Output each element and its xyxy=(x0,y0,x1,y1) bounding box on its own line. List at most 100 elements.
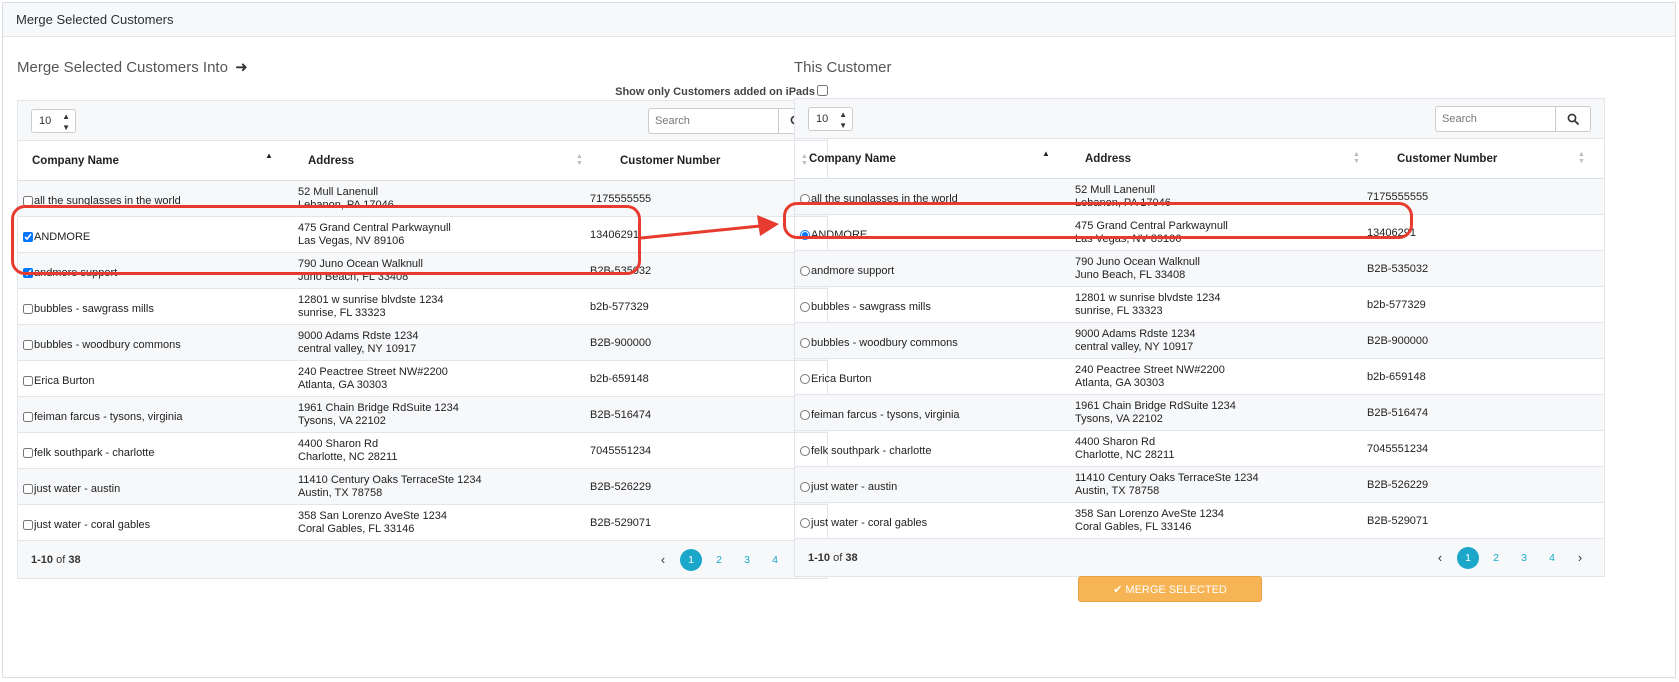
customer-checkbox[interactable] xyxy=(23,268,33,278)
sort-icon: ▲ ▼ xyxy=(1353,151,1360,165)
address-line-1: 358 San Lorenzo AveSte 1234 xyxy=(298,510,448,522)
page-link[interactable]: 3 xyxy=(736,549,758,571)
left-header-customer-number[interactable]: Customer Number ▲ ▼ xyxy=(620,141,820,181)
left-search-input[interactable] xyxy=(648,108,778,134)
table-row[interactable]: felk southpark - charlotte 4400 Sharon Rd… xyxy=(795,431,1604,467)
right-search-input[interactable] xyxy=(1435,106,1555,132)
table-row[interactable]: just water - coral gables 358 San Lorenzo… xyxy=(18,505,827,541)
address-line-1: 475 Grand Central Parkwaynull xyxy=(298,222,451,234)
page-link[interactable]: 4 xyxy=(1541,547,1563,569)
customer-checkbox[interactable] xyxy=(23,376,33,386)
right-header-company[interactable]: Company Name ▲ xyxy=(809,139,1069,179)
table-row[interactable]: bubbles - woodbury commons 9000 Adams Rds… xyxy=(18,325,827,361)
customer-number: b2b-577329 xyxy=(590,301,649,313)
page-link[interactable]: 3 xyxy=(1513,547,1535,569)
chevron-left-icon[interactable]: ‹ xyxy=(1429,547,1451,569)
customer-checkbox[interactable] xyxy=(23,520,33,530)
customer-radio[interactable] xyxy=(800,446,810,456)
table-row[interactable]: all the sunglasses in the world 52 Mull L… xyxy=(795,179,1604,215)
page-link[interactable]: 2 xyxy=(708,549,730,571)
customer-checkbox[interactable] xyxy=(23,196,33,206)
table-row[interactable]: just water - austin 11410 Century Oaks Te… xyxy=(795,467,1604,503)
customer-radio[interactable] xyxy=(800,194,810,204)
company-name: feiman farcus - tysons, virginia xyxy=(811,409,960,421)
chevron-left-icon[interactable]: ‹ xyxy=(652,549,674,571)
customer-number: 13406291 xyxy=(1367,227,1416,239)
address-line-2: Juno Beach, FL 33408 xyxy=(1075,269,1186,281)
left-pagination: ‹1234› xyxy=(646,549,814,571)
customer-radio[interactable] xyxy=(800,338,810,348)
table-row[interactable]: ANDMORE 475 Grand Central Parkwaynull Las … xyxy=(18,217,827,253)
page-link[interactable]: 1 xyxy=(680,549,702,571)
right-search-button[interactable] xyxy=(1555,106,1591,132)
address-line-2: sunrise, FL 33323 xyxy=(298,307,386,319)
address-cell: 475 Grand Central Parkwaynull Las Vegas, … xyxy=(1075,215,1375,251)
table-row[interactable]: just water - austin 11410 Century Oaks Te… xyxy=(18,469,827,505)
left-record-count: 1-10 of 38 xyxy=(31,554,81,566)
table-row[interactable]: felk southpark - charlotte 4400 Sharon Rd… xyxy=(18,433,827,469)
customer-number: B2B-516474 xyxy=(1367,407,1429,419)
table-row[interactable]: feiman farcus - tysons, virginia 1961 Cha… xyxy=(795,395,1604,431)
table-row[interactable]: Erica Burton 240 Peactree Street NW#2200 A… xyxy=(18,361,827,397)
customer-radio[interactable] xyxy=(800,230,810,240)
address-line-1: 9000 Adams Rdste 1234 xyxy=(298,330,419,342)
left-page-size-select[interactable]: 10 ▲ ▼ xyxy=(31,109,76,133)
table-row[interactable]: all the sunglasses in the world 52 Mull L… xyxy=(18,181,827,217)
right-table-body: all the sunglasses in the world 52 Mull L… xyxy=(795,179,1604,539)
merge-selected-customers-button[interactable]: ✔ MERGE SELECTED CUSTOMERS xyxy=(1078,576,1262,620)
table-row[interactable]: bubbles - sawgrass mills 12801 w sunrise … xyxy=(18,289,827,325)
page-link[interactable]: 4 xyxy=(764,549,786,571)
customer-checkbox[interactable] xyxy=(23,232,33,242)
address-line-1: 240 Peactree Street NW#2200 xyxy=(1075,364,1225,376)
arrow-right-icon: ➜ xyxy=(235,59,248,76)
customer-checkbox[interactable] xyxy=(23,412,33,422)
customer-number: b2b-577329 xyxy=(1367,299,1426,311)
left-header-address[interactable]: Address ▲ ▼ xyxy=(308,141,598,181)
table-row[interactable]: andmore support 790 Juno Ocean Walknull Ju… xyxy=(18,253,827,289)
customer-checkbox[interactable] xyxy=(23,304,33,314)
right-table-toolbar: 10 ▲ ▼ xyxy=(795,99,1604,139)
customer-checkbox[interactable] xyxy=(23,448,33,458)
address-line-1: 790 Juno Ocean Walknull xyxy=(298,258,423,270)
customer-radio[interactable] xyxy=(800,410,810,420)
table-row[interactable]: andmore support 790 Juno Ocean Walknull Ju… xyxy=(795,251,1604,287)
customer-number: 7175555555 xyxy=(590,193,652,205)
customer-radio[interactable] xyxy=(800,482,810,492)
address-line-1: 12801 w sunrise blvdste 1234 xyxy=(1075,292,1221,304)
panel-title: Merge Selected Customers xyxy=(3,3,1675,37)
customer-number: B2B-529071 xyxy=(1367,515,1429,527)
address-line-1: 1961 Chain Bridge RdSuite 1234 xyxy=(1075,400,1236,412)
address-cell: 240 Peactree Street NW#2200 Atlanta, GA 3… xyxy=(1075,359,1375,395)
right-record-count: 1-10 of 38 xyxy=(808,552,858,564)
customer-radio[interactable] xyxy=(800,266,810,276)
company-name: bubbles - woodbury commons xyxy=(34,339,181,351)
table-row[interactable]: bubbles - woodbury commons 9000 Adams Rds… xyxy=(795,323,1604,359)
left-table-body: all the sunglasses in the world 52 Mull L… xyxy=(18,181,827,541)
table-row[interactable]: ANDMORE 475 Grand Central Parkwaynull Las … xyxy=(795,215,1604,251)
customer-radio[interactable] xyxy=(800,518,810,528)
left-header-company[interactable]: Company Name ▲ xyxy=(32,141,292,181)
company-name: ANDMORE xyxy=(34,231,91,243)
right-header-address[interactable]: Address ▲ ▼ xyxy=(1085,139,1375,179)
customer-number: B2B-535032 xyxy=(1367,263,1429,275)
table-row[interactable]: feiman farcus - tysons, virginia 1961 Cha… xyxy=(18,397,827,433)
left-customer-table: 10 ▲▼ Company Name ▲ Address ▲▼ Customer… xyxy=(17,100,828,541)
company-name: all the sunglasses in the world xyxy=(34,195,181,207)
page-link[interactable]: 2 xyxy=(1485,547,1507,569)
left-table-header: Company Name ▲ Address ▲ ▼ Customer Numbe… xyxy=(18,141,827,181)
table-row[interactable]: Erica Burton 240 Peactree Street NW#2200 A… xyxy=(795,359,1604,395)
table-row[interactable]: just water - coral gables 358 San Lorenzo… xyxy=(795,503,1604,539)
table-row[interactable]: bubbles - sawgrass mills 12801 w sunrise … xyxy=(795,287,1604,323)
customer-checkbox[interactable] xyxy=(23,484,33,494)
customer-radio[interactable] xyxy=(800,302,810,312)
address-line-2: Las Vegas, NV 89106 xyxy=(298,235,405,247)
customer-radio[interactable] xyxy=(800,374,810,384)
chevron-right-icon[interactable]: › xyxy=(1569,547,1591,569)
address-line-2: Tysons, VA 22102 xyxy=(298,415,386,427)
customer-checkbox[interactable] xyxy=(23,340,33,350)
address-line-2: Coral Gables, FL 33146 xyxy=(1075,521,1192,533)
search-icon xyxy=(1567,113,1579,125)
right-page-size-select[interactable]: 10 ▲ ▼ xyxy=(808,107,853,131)
page-link[interactable]: 1 xyxy=(1457,547,1479,569)
right-header-customer-number[interactable]: Customer Number ▲ ▼ xyxy=(1397,139,1597,179)
